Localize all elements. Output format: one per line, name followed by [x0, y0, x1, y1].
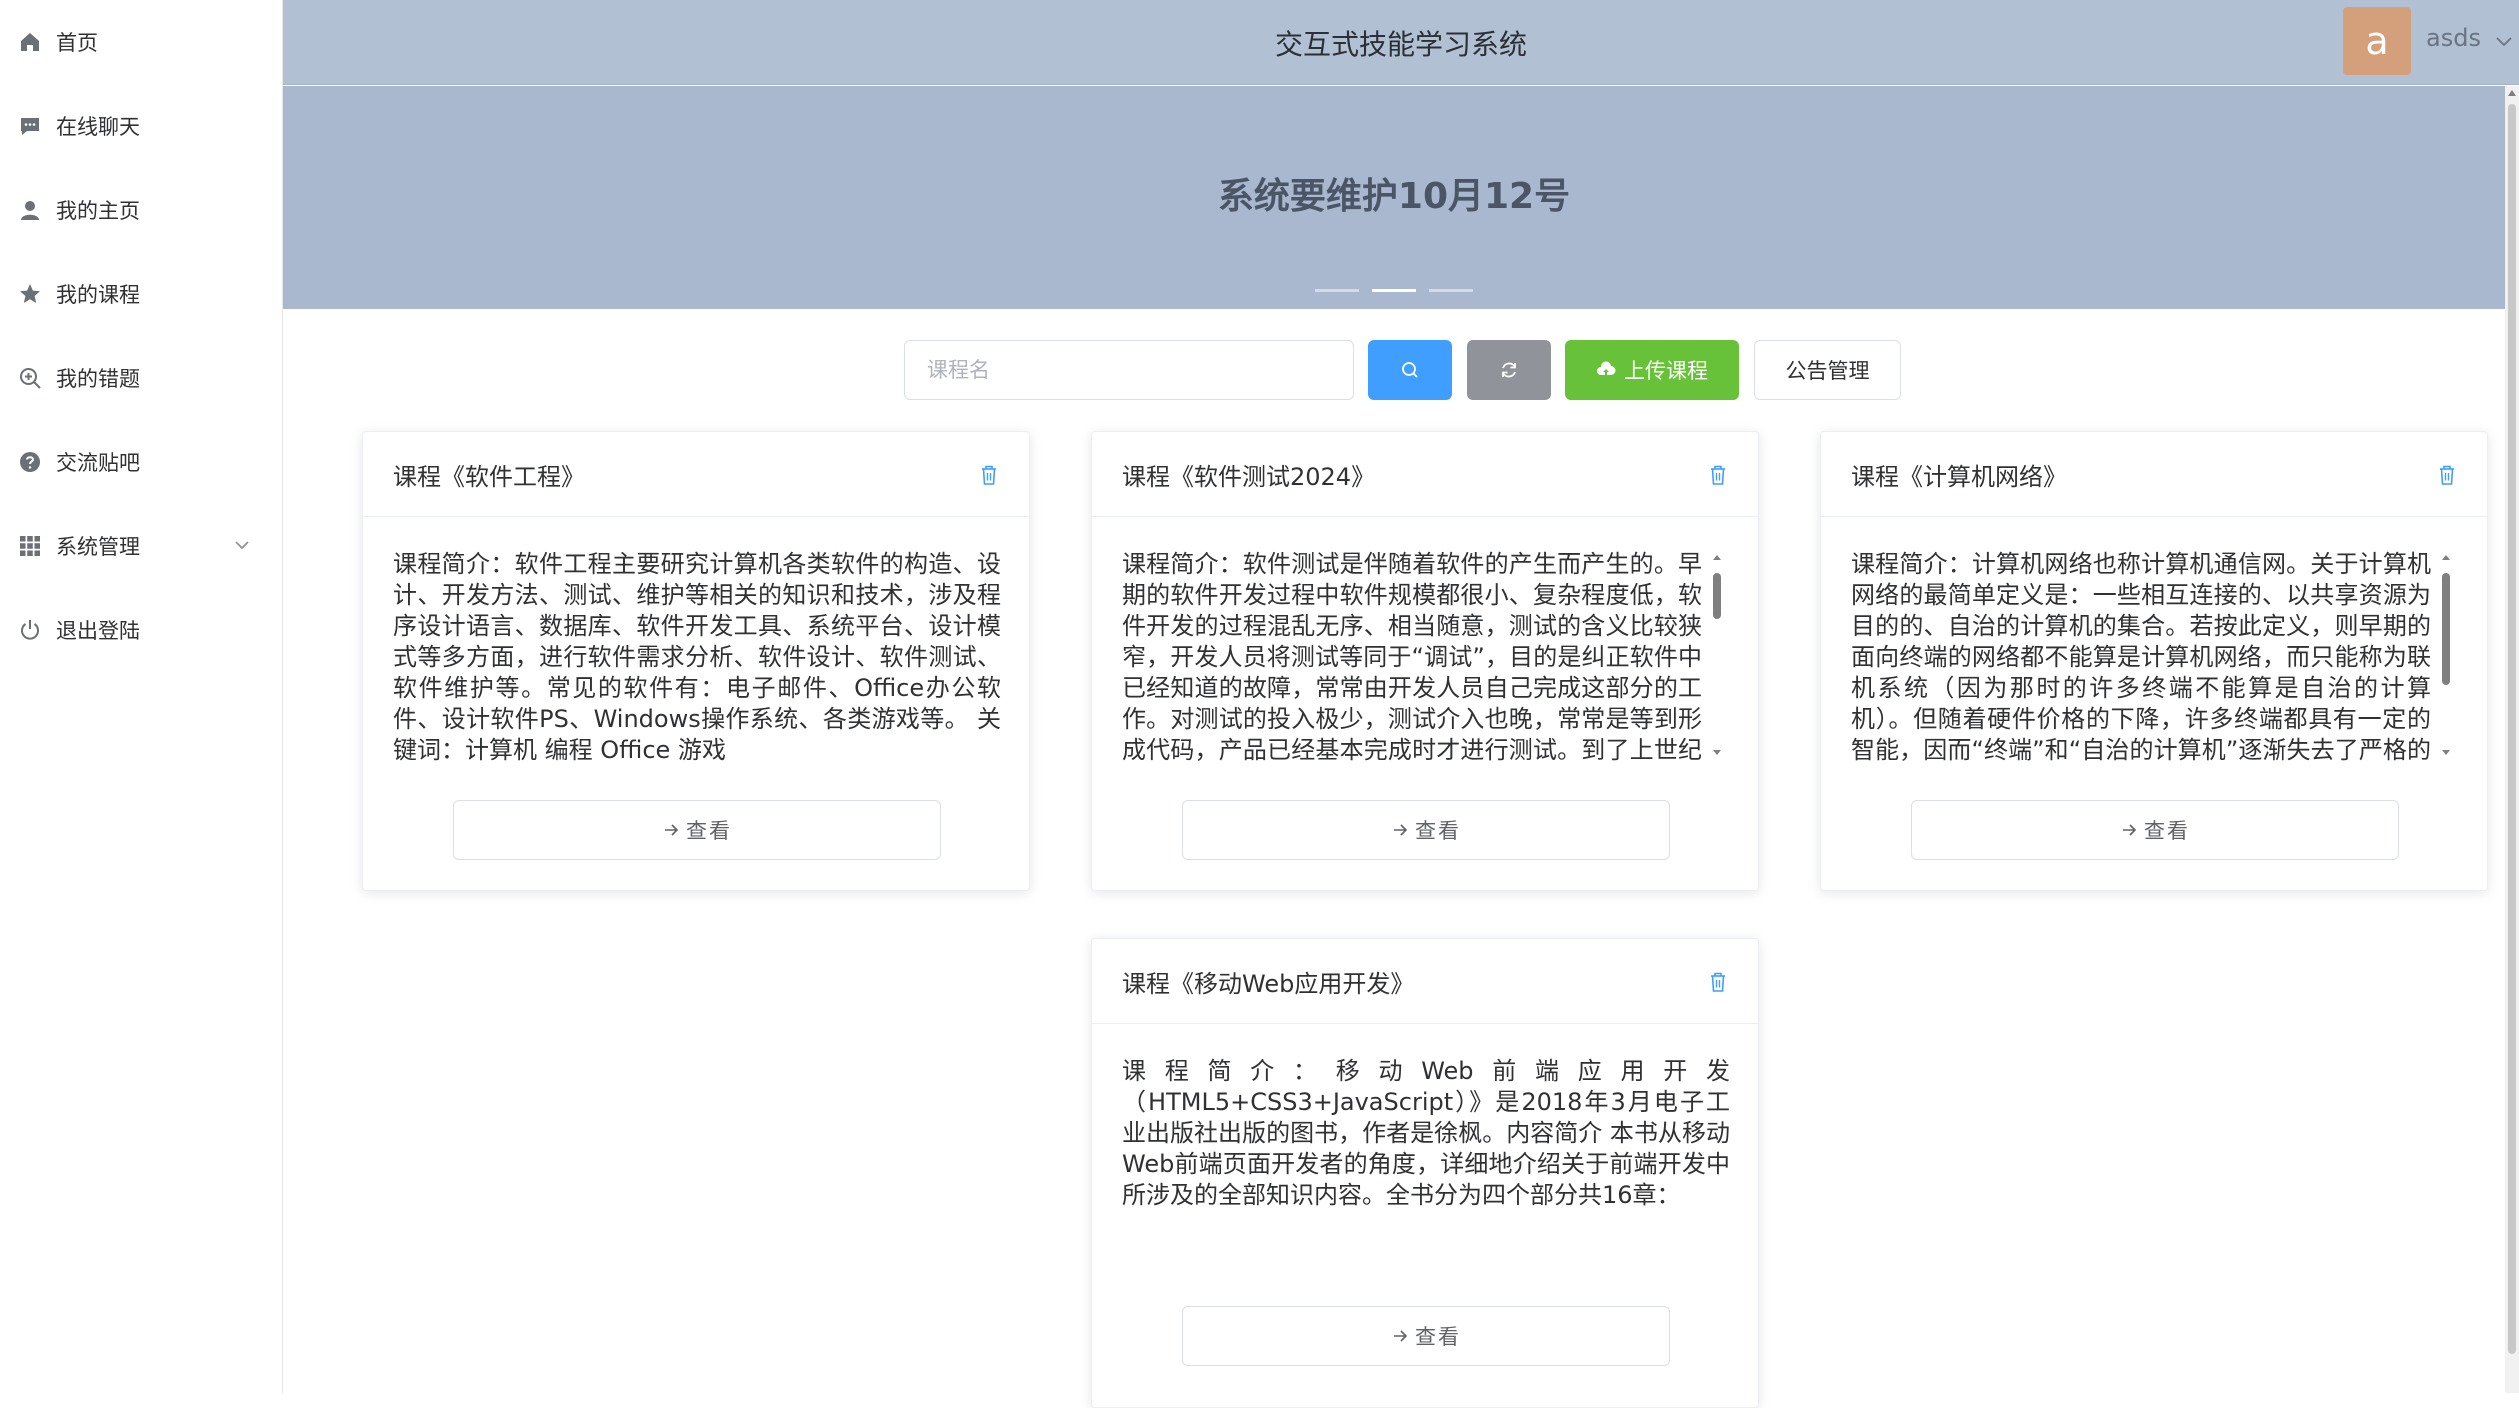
view-course-button[interactable]: 查看	[453, 800, 941, 860]
course-search-input[interactable]	[904, 340, 1354, 400]
description-scrollbar-thumb[interactable]	[1713, 573, 1721, 619]
upload-course-button[interactable]: 上传课程	[1565, 340, 1739, 400]
zoom-in-icon	[18, 366, 42, 390]
refresh-icon	[1502, 362, 1516, 378]
sidebar-item-label: 我的主页	[56, 199, 140, 223]
page-scrollbar-thumb[interactable]	[2508, 104, 2516, 1354]
scroll-up-icon[interactable]	[2441, 553, 2451, 563]
scroll-down-icon[interactable]	[2441, 747, 2451, 757]
home-icon	[18, 30, 42, 54]
carousel-indicator[interactable]	[1429, 289, 1473, 292]
star-icon	[18, 282, 42, 306]
carousel-indicator[interactable]	[1315, 289, 1359, 292]
course-card: 课程《计算机网络》 课程简介：计算机网络也称计算机通信网。关于计算机网络的最简单…	[1820, 431, 2488, 891]
arrow-right-icon	[1394, 824, 1408, 836]
scroll-down-icon[interactable]	[1712, 747, 1722, 757]
refresh-button[interactable]	[1467, 340, 1551, 400]
user-icon	[18, 198, 42, 222]
view-course-label: 查看	[1415, 1325, 1461, 1349]
chat-icon	[18, 114, 42, 138]
course-card: 课程《移动Web应用开发》 课程简介：移动Web前端应用开发（HTML5+CSS…	[1091, 938, 1759, 1408]
upload-course-label: 上传课程	[1624, 359, 1708, 383]
view-course-label: 查看	[1415, 819, 1461, 843]
username[interactable]: asds	[2426, 24, 2481, 52]
notice-management-label: 公告管理	[1785, 359, 1870, 383]
carousel-indicator-active[interactable]	[1372, 289, 1416, 292]
sidebar-item-system[interactable]: 系统管理	[0, 504, 282, 588]
course-card-header: 课程《软件工程》	[363, 432, 1029, 517]
arrow-right-icon	[2123, 824, 2137, 836]
chevron-down-icon	[235, 541, 249, 550]
delete-icon[interactable]	[1708, 971, 1728, 993]
view-course-button[interactable]: 查看	[1182, 800, 1670, 860]
arrow-right-icon	[665, 824, 679, 836]
page-title: 交互式技能学习系统	[1274, 27, 1527, 61]
view-course-label: 查看	[686, 819, 732, 843]
notice-management-button[interactable]: 公告管理	[1754, 340, 1901, 400]
sidebar-item-label: 系统管理	[56, 535, 140, 559]
delete-icon[interactable]	[979, 464, 999, 486]
course-description[interactable]: 课程简介：计算机网络也称计算机通信网。关于计算机网络的最简单定义是：一些相互连接…	[1851, 549, 2431, 761]
course-card: 课程《软件测试2024》 课程简介：软件测试是伴随着软件的产生而产生的。早期的软…	[1091, 431, 1759, 891]
course-title: 课程《软件测试2024》	[1122, 462, 1376, 491]
chevron-down-icon[interactable]	[2493, 30, 2515, 52]
sidebar-item-label: 我的错题	[56, 367, 140, 391]
description-scrollbar-thumb[interactable]	[2442, 573, 2450, 685]
sidebar-item-label: 在线聊天	[56, 115, 140, 139]
view-course-button[interactable]: 查看	[1182, 1306, 1670, 1366]
sidebar-item-profile[interactable]: 我的主页	[0, 168, 282, 252]
power-icon	[18, 618, 42, 642]
avatar[interactable]: a	[2343, 7, 2411, 75]
course-description: 课程简介：移动Web前端应用开发（HTML5+CSS3+JavaScript）》…	[1122, 1057, 1730, 1209]
scroll-up-icon[interactable]	[2508, 88, 2516, 98]
course-description[interactable]: 课程简介：软件测试是伴随着软件的产生而产生的。早期的软件开发过程中软件规模都很小…	[1122, 549, 1702, 761]
sidebar-item-label: 交流贴吧	[56, 451, 140, 475]
sidebar-item-forum[interactable]: 交流贴吧	[0, 420, 282, 504]
search-icon	[1402, 362, 1418, 378]
question-icon	[18, 450, 42, 474]
course-description: 课程简介：软件工程主要研究计算机各类软件的构造、设计、开发方法、测试、维护等相关…	[393, 550, 1001, 764]
sidebar-item-logout[interactable]: 退出登陆	[0, 588, 282, 672]
sidebar-item-label: 退出登陆	[56, 619, 140, 643]
course-title: 课程《计算机网络》	[1851, 462, 2067, 491]
arrow-right-icon	[1394, 1330, 1408, 1342]
scroll-up-icon[interactable]	[1712, 553, 1722, 563]
sidebar-item-courses[interactable]: 我的课程	[0, 252, 282, 336]
delete-icon[interactable]	[2437, 464, 2457, 486]
announcement-text: 系统要维护10月12号	[1217, 175, 1571, 217]
announcement-carousel: 系统要维护10月12号	[283, 86, 2505, 309]
sidebar-item-chat[interactable]: 在线聊天	[0, 84, 282, 168]
view-course-label: 查看	[2144, 819, 2190, 843]
course-card-header: 课程《计算机网络》	[1821, 432, 2487, 517]
sidebar-item-label: 首页	[56, 31, 98, 55]
page-scrollbar[interactable]	[2505, 86, 2519, 1393]
grid-icon	[18, 534, 42, 558]
sidebar-item-home[interactable]: 首页	[0, 0, 282, 84]
sidebar-item-label: 我的课程	[56, 283, 140, 307]
sidebar: 首页 在线聊天 我的主页 我的课程 我的错题 交流贴吧 系统管理 退出登陆	[0, 0, 283, 1393]
course-title: 课程《移动Web应用开发》	[1122, 969, 1415, 998]
course-card: 课程《软件工程》 课程简介：软件工程主要研究计算机各类软件的构造、设计、开发方法…	[362, 431, 1030, 891]
upload-cloud-icon	[1597, 361, 1616, 375]
description-scrollbar[interactable]	[2439, 549, 2453, 761]
course-title: 课程《软件工程》	[393, 462, 585, 491]
search-button[interactable]	[1368, 340, 1452, 400]
course-card-header: 课程《软件测试2024》	[1092, 432, 1758, 517]
top-header: 交互式技能学习系统 a asds	[283, 0, 2519, 85]
description-scrollbar[interactable]	[1710, 549, 1724, 761]
view-course-button[interactable]: 查看	[1911, 800, 2399, 860]
course-card-header: 课程《移动Web应用开发》	[1092, 939, 1758, 1024]
delete-icon[interactable]	[1708, 464, 1728, 486]
sidebar-item-mistakes[interactable]: 我的错题	[0, 336, 282, 420]
